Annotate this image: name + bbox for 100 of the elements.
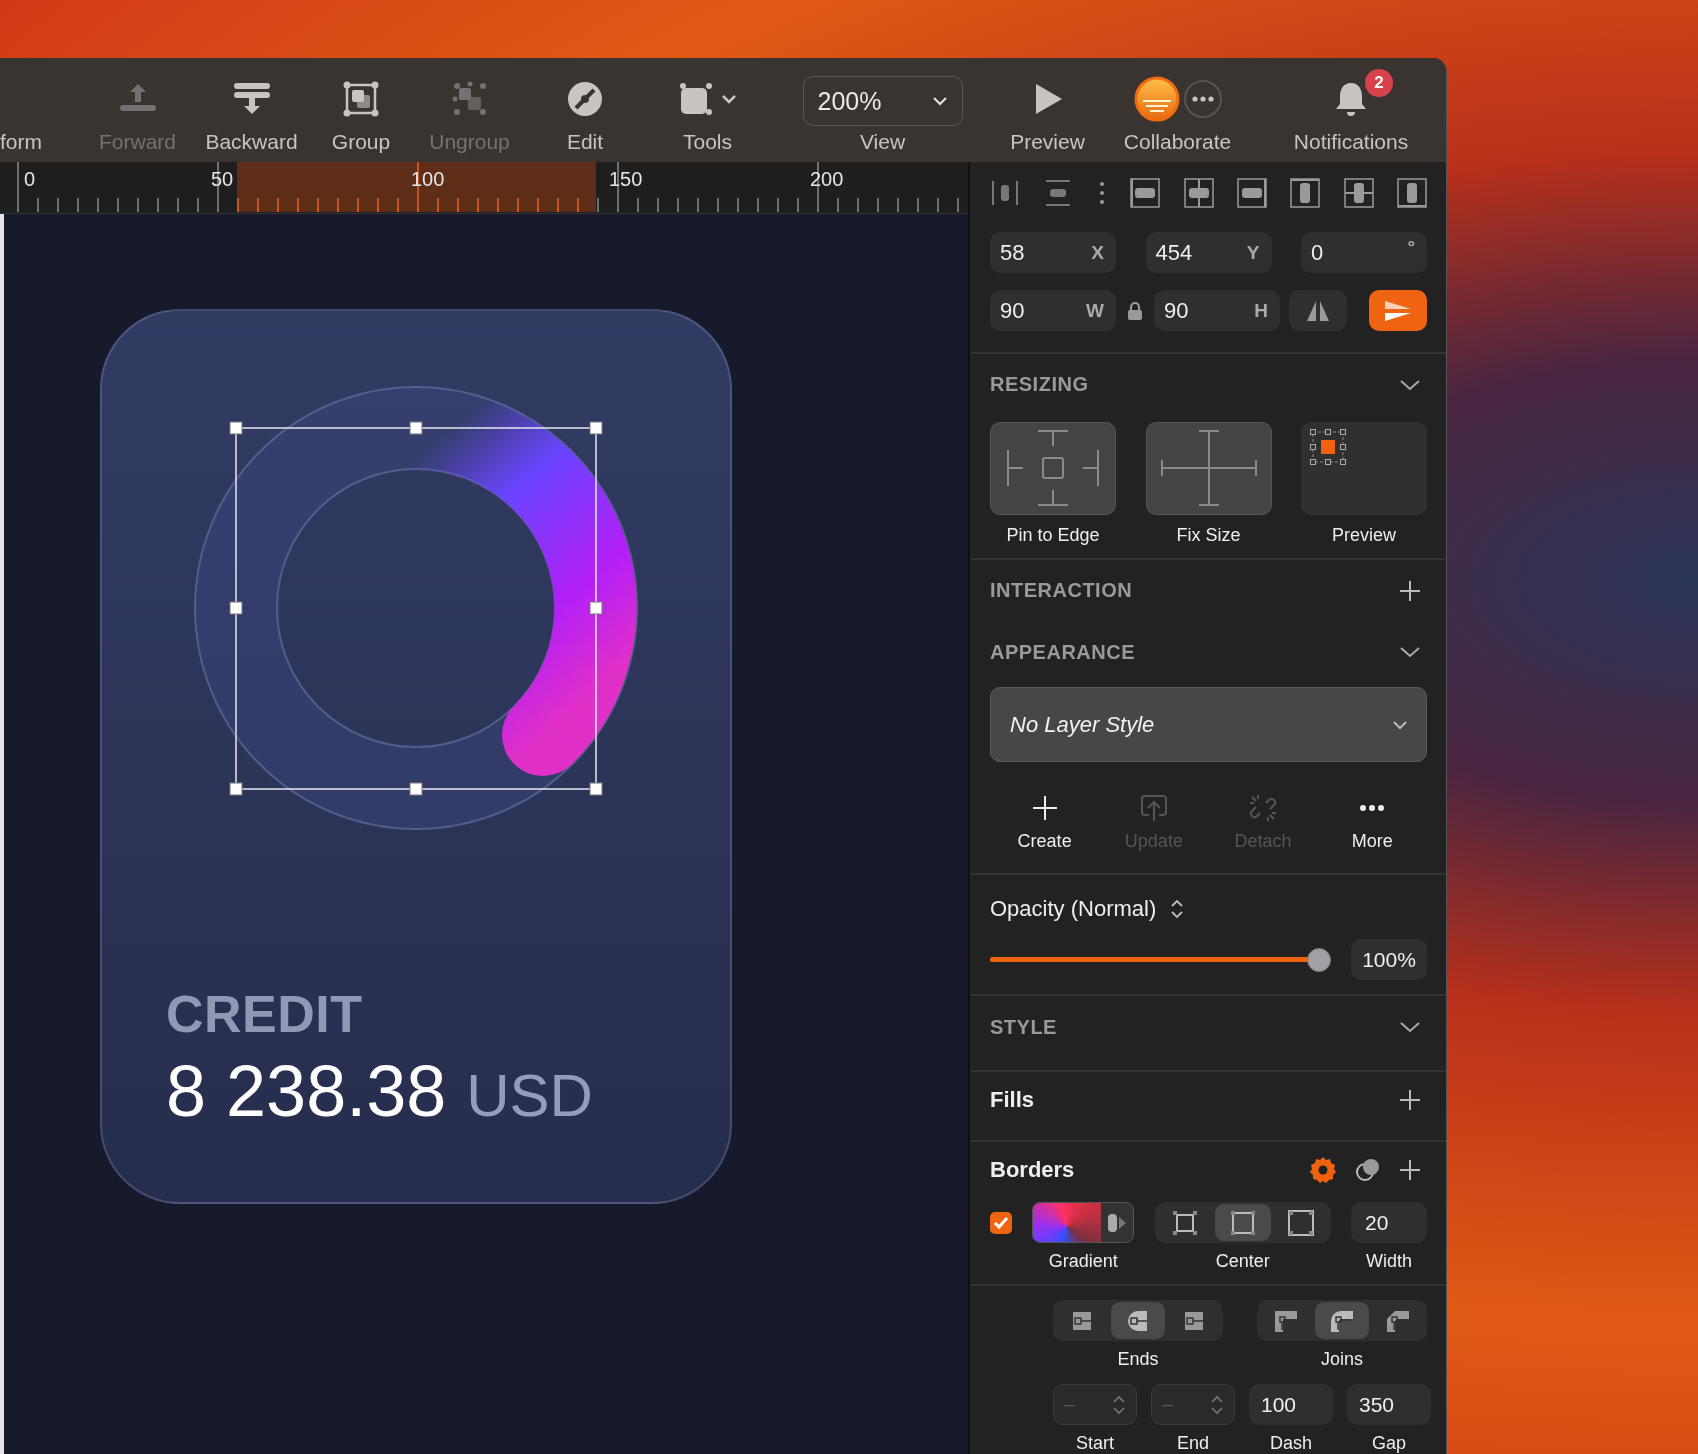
field-label: H <box>1254 299 1268 322</box>
inside-border-icon <box>1170 1208 1199 1237</box>
fills-title: Fills <box>990 1086 1034 1115</box>
option-label: Fix Size <box>1176 524 1241 546</box>
card-title: CREDIT <box>166 984 364 1044</box>
number-field[interactable]: 0 ° <box>1301 232 1427 274</box>
chevron-down-icon <box>1392 719 1408 730</box>
add-icon[interactable] <box>1399 1089 1421 1112</box>
ungroup-icon <box>450 80 489 118</box>
ends-label: Ends <box>1117 1349 1159 1371</box>
add-icon[interactable] <box>1399 1159 1421 1182</box>
field-label: W <box>1086 299 1104 322</box>
notification-badge: 2 <box>1365 69 1393 97</box>
field-label: X <box>1091 241 1104 264</box>
unlink-icon <box>1248 793 1279 824</box>
ruler-label: 50 <box>211 168 234 190</box>
fill-type-label: Gradient <box>1048 1251 1118 1273</box>
number-field[interactable]: 90 W <box>990 290 1116 332</box>
chevron-down-icon <box>931 96 948 106</box>
border-checkbox[interactable] <box>990 1212 1012 1235</box>
number-field[interactable]: 350 <box>1347 1384 1431 1426</box>
option-label: Preview <box>1332 524 1396 546</box>
amount-text: 8 238.38 <box>166 1050 447 1132</box>
notifications-button[interactable]: 2 Notifications <box>1255 58 1446 162</box>
upload-icon <box>1138 793 1169 824</box>
align-left-icon[interactable] <box>1130 177 1161 208</box>
chevron-down-icon[interactable] <box>1399 1020 1421 1035</box>
group-button[interactable]: Group <box>308 58 414 162</box>
stepper-icon[interactable] <box>1170 898 1185 921</box>
transform-button[interactable]: form <box>0 58 80 162</box>
settings-icon[interactable] <box>1309 1156 1337 1185</box>
avatar-icon <box>1132 75 1181 123</box>
chevron-down-icon[interactable] <box>1399 645 1421 660</box>
option-label: Pin to Edge <box>1006 524 1100 546</box>
number-field[interactable]: 90 H <box>1154 290 1280 332</box>
more-button[interactable]: More <box>1322 792 1423 854</box>
field-label: Gap <box>1372 1433 1406 1454</box>
create-button[interactable]: Create <box>994 792 1095 854</box>
section-title: INTERACTION <box>990 579 1133 603</box>
lock-icon[interactable] <box>1127 300 1143 321</box>
round-join-button[interactable] <box>1315 1302 1369 1340</box>
field-value: 90 <box>1000 297 1025 324</box>
blend-icon[interactable] <box>1355 1157 1381 1184</box>
selection-box[interactable] <box>229 421 603 796</box>
group-icon <box>342 80 380 118</box>
section-title: APPEARANCE <box>990 640 1136 664</box>
mask-button[interactable] <box>1369 290 1427 332</box>
field-label: Y <box>1246 241 1260 264</box>
ruler-label: 200 <box>810 168 844 190</box>
field-value: 58 <box>1000 239 1025 266</box>
preview-button[interactable]: Preview <box>995 58 1100 162</box>
collaborate-button[interactable]: Collaborate <box>1100 58 1255 162</box>
joins-label: Joins <box>1321 1349 1363 1371</box>
align-middle-icon[interactable] <box>1343 177 1374 208</box>
align-right-icon[interactable] <box>1236 177 1267 208</box>
backward-button[interactable]: Backward <box>195 58 308 162</box>
position-label: Center <box>1215 1251 1270 1273</box>
center-border-icon <box>1228 1208 1257 1237</box>
opacity-slider[interactable] <box>990 946 1331 973</box>
more-icon <box>1182 79 1223 119</box>
opacity-label: Opacity (Normal) <box>990 896 1157 923</box>
ruler-label: 0 <box>24 168 36 190</box>
field-label: ° <box>1407 236 1415 259</box>
number-field[interactable]: 100 <box>1249 1384 1333 1426</box>
field-value: 90 <box>1164 297 1189 324</box>
currency-text: USD <box>466 1061 593 1130</box>
gradient-swatch[interactable] <box>1032 1202 1135 1244</box>
outside-border-icon <box>1286 1208 1315 1237</box>
slider-thumb[interactable] <box>1307 947 1331 972</box>
zoom-dropdown[interactable]: 200% <box>802 76 963 126</box>
edit-button[interactable]: Edit <box>525 58 645 162</box>
borders-title: Borders <box>990 1156 1075 1185</box>
center-position-button[interactable] <box>1214 1204 1271 1242</box>
ruler-label: 150 <box>609 168 643 190</box>
align-center-icon[interactable] <box>1183 177 1214 208</box>
tools-button[interactable]: Tools <box>645 58 770 162</box>
width-label: Width <box>1365 1251 1412 1273</box>
ruler-label: 100 <box>411 168 445 190</box>
section-title: RESIZING <box>990 373 1089 397</box>
width-field[interactable]: 20 <box>1351 1202 1427 1244</box>
number-field[interactable]: 58 X <box>990 232 1116 274</box>
field-label: End <box>1177 1433 1209 1454</box>
add-icon[interactable] <box>1399 579 1421 602</box>
pin-to-edge-button[interactable] <box>990 421 1116 515</box>
round-end-button[interactable] <box>1111 1302 1165 1340</box>
flip-button[interactable] <box>1289 290 1347 332</box>
field-value: 0 <box>1311 239 1324 266</box>
field-label: Start <box>1076 1433 1114 1454</box>
chevron-down-icon[interactable] <box>1399 377 1421 392</box>
fix-size-button[interactable] <box>1145 421 1272 515</box>
opacity-field[interactable]: 100% <box>1351 939 1427 981</box>
view-button[interactable]: 200% View <box>770 58 995 162</box>
number-field[interactable]: 454 Y <box>1145 232 1272 274</box>
align-top-icon[interactable] <box>1290 177 1321 208</box>
section-title: STYLE <box>990 1015 1057 1039</box>
field-label: Dash <box>1270 1433 1312 1454</box>
align-bottom-icon[interactable] <box>1397 177 1427 208</box>
field-value: 454 <box>1155 239 1193 266</box>
layer-style-dropdown[interactable]: No Layer Style <box>990 687 1427 763</box>
resizing-preview-icon <box>1308 426 1348 467</box>
